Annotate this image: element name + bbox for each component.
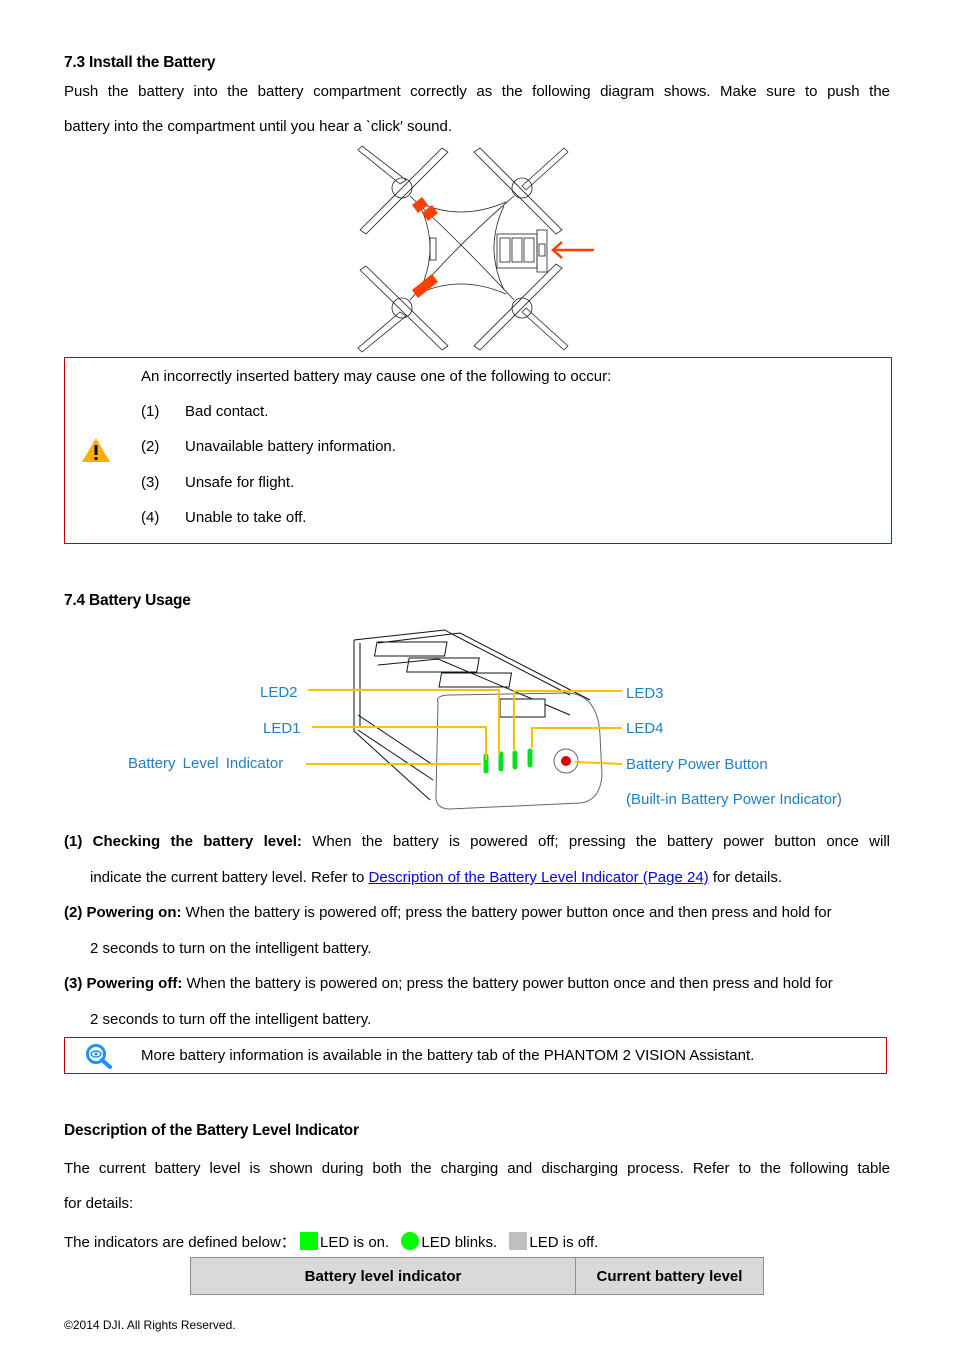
legend-led-blinks: LED blinks. — [421, 1234, 498, 1251]
battery-level-table: Battery level indicator Current battery … — [190, 1257, 764, 1295]
step-3-text: When the battery is powered on; press th… — [182, 975, 833, 992]
legend-led-on: LED is on. — [319, 1234, 390, 1251]
table-header-level: Current battery level — [575, 1257, 764, 1295]
description-paragraph-line: The current battery level is shown durin… — [64, 1160, 890, 1177]
legend-prefix: The indicators are defined below： — [64, 1234, 296, 1251]
step-3-line2: 2 seconds to turn off the intelligent ba… — [90, 1011, 372, 1028]
step-2-line2: 2 seconds to turn on the intelligent bat… — [90, 940, 372, 957]
diagram-leader-lines — [306, 689, 623, 765]
legend-led-off: LED is off. — [529, 1234, 599, 1251]
led-on-swatch-icon — [299, 1232, 318, 1250]
label-led2: LED2 — [260, 684, 298, 701]
leader-led2 — [308, 689, 500, 755]
battery-level-indicator-link[interactable]: Description of the Battery Level Indicat… — [368, 869, 708, 886]
tip-text: More battery information is available in… — [141, 1047, 755, 1064]
leader-power-button — [574, 761, 623, 765]
label-power-button: Battery Power Button — [626, 756, 768, 773]
step-2-text: When the battery is powered off; press t… — [181, 904, 832, 921]
step-3-label: (3) Powering off: — [64, 975, 183, 992]
step-2-line1: (2) Powering on: When the battery is pow… — [64, 905, 832, 920]
led-blink-swatch-icon — [401, 1232, 420, 1250]
step-1-text: When the battery is powered off; pressin… — [301, 833, 890, 850]
label-led3: LED3 — [626, 685, 664, 702]
leader-led1 — [312, 726, 487, 760]
description-heading: Description of the Battery Level Indicat… — [64, 1122, 359, 1139]
tip-box: More battery information is available in… — [64, 1037, 887, 1074]
label-battery-level-indicator: Battery Level Indicator — [128, 755, 284, 772]
table-header-row: Battery level indicator Current battery … — [190, 1257, 764, 1295]
step-1-line2: indicate the current battery level. Refe… — [90, 870, 782, 885]
label-power-indicator: (Built-in Battery Power Indicator) — [626, 791, 842, 808]
magnifier-eye-icon — [86, 1044, 112, 1069]
label-led1: LED1 — [263, 720, 301, 737]
step-3-line1: (3) Powering off: When the battery is po… — [64, 976, 833, 991]
table-header-indicator: Battery level indicator — [190, 1257, 576, 1295]
step-1-line1: (1) Checking the battery level: When the… — [64, 834, 890, 849]
step-1-text-pre: indicate the current battery level. Refe… — [90, 869, 369, 886]
description-paragraph-line: for details: — [64, 1195, 134, 1212]
indicator-legend: The indicators are defined below： LED is… — [64, 1232, 598, 1250]
label-led4: LED4 — [626, 720, 664, 737]
led-off-swatch-icon — [509, 1232, 528, 1250]
leader-led4 — [531, 727, 622, 748]
step-1-text-post: for details. — [708, 869, 783, 886]
leader-led3 — [513, 690, 622, 750]
footer-copyright: ©2014 DJI. All Rights Reserved. — [64, 1318, 236, 1332]
step-2-label: (2) Powering on: — [64, 904, 182, 921]
step-1-label: (1) Checking the battery level: — [64, 833, 302, 850]
